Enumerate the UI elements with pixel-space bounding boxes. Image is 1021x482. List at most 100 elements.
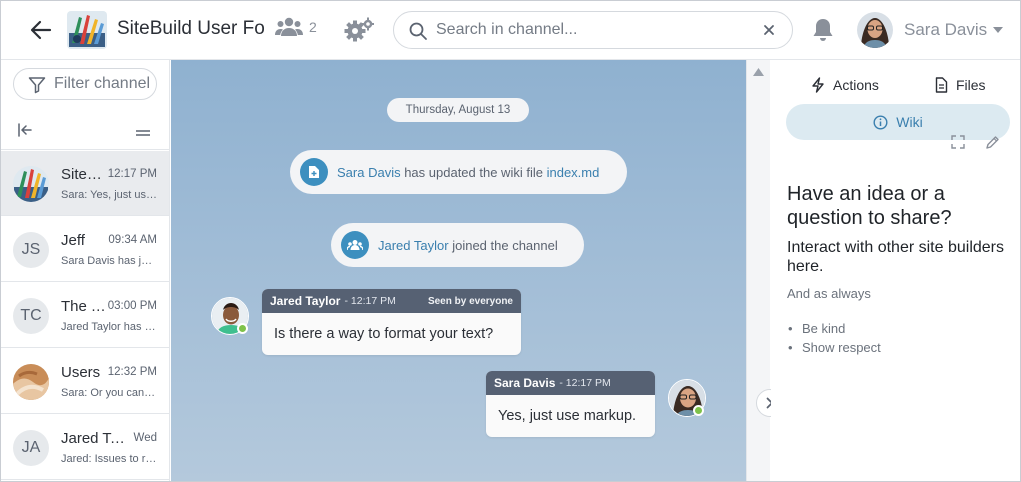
room-avatar [13, 364, 49, 400]
room-time: 12:32 PM [107, 366, 157, 378]
search-input[interactable] [436, 18, 754, 42]
room-avatar-initials: TC [13, 298, 49, 334]
message-author[interactable]: Sara Davis [494, 376, 555, 390]
wiki-heading: Have an idea or a question to share? [787, 183, 952, 229]
document-icon [935, 77, 948, 93]
seen-status: Seen by everyone [427, 295, 513, 307]
actor-link[interactable]: Jared Taylor [378, 238, 449, 253]
message-bubble-own: Sara Davis - 12:17 PM Yes, just use mark… [486, 371, 655, 437]
close-icon [764, 25, 774, 35]
user-menu[interactable]: Sara Davis [857, 12, 1004, 48]
room-preview: Jared: Issues to resolve [61, 453, 157, 465]
members-count: 2 [309, 19, 317, 35]
room-item-team[interactable]: TC The Team 03:00 PM Jared Taylor has jo… [1, 283, 169, 348]
sidebar-menu-button[interactable] [135, 125, 151, 143]
tab-label: Actions [833, 77, 879, 93]
message-text: Yes, just use markup. [498, 408, 637, 424]
tab-label: Wiki [896, 114, 923, 130]
room-avatar [13, 166, 49, 202]
chat-area: Thursday, August 13 Sara Davis has updat… [171, 60, 746, 481]
room-item-users[interactable]: Users 12:32 PM Sara: Or you can try [1, 349, 169, 414]
collapse-sidebar-button[interactable] [17, 122, 33, 143]
message-bubble: Jared Taylor - 12:17 PM Seen by everyone… [262, 289, 521, 355]
room-item-jeff[interactable]: JS Jeff 09:34 AM Sara Davis has joined [1, 217, 169, 282]
tab-actions[interactable]: Actions [811, 77, 879, 93]
date-divider: Thursday, August 13 [387, 98, 529, 122]
system-message-text: Sara Davis has updated the wiki file ind… [337, 165, 599, 180]
wiki-list: Be kind Show respect [787, 319, 881, 357]
edit-wiki-button[interactable] [985, 135, 1000, 155]
message-text: Is there a way to format your text? [274, 326, 494, 342]
menu-icon [136, 130, 150, 136]
search-clear-button[interactable] [760, 21, 778, 39]
channel-title: SiteBuild User Forum [117, 18, 265, 39]
message-header: Jared Taylor - 12:17 PM Seen by everyone [262, 289, 521, 313]
room-time: 09:34 AM [108, 234, 157, 246]
tab-label: Files [956, 77, 986, 93]
message-header: Sara Davis - 12:17 PM [486, 371, 655, 395]
wiki-paragraph: And as always [787, 286, 871, 301]
tab-files[interactable]: Files [935, 77, 986, 93]
room-preview: Sara Davis has joined [61, 255, 157, 267]
room-name: Users [61, 364, 101, 381]
gears-icon [344, 17, 374, 42]
app-window: SiteBuild User Forum 2 [0, 0, 1021, 482]
header: SiteBuild User Forum 2 [1, 1, 1020, 60]
system-action: has updated the wiki file [404, 164, 543, 180]
users-icon [275, 17, 303, 36]
fullscreen-button[interactable] [951, 135, 965, 154]
sidebar-toolbar [1, 112, 169, 150]
room-time: Wed [133, 432, 157, 444]
scroll-up-icon[interactable] [753, 68, 764, 76]
caret-down-icon [993, 27, 1004, 33]
settings-button[interactable] [343, 14, 375, 46]
room-item-sitebuild[interactable]: SiteBuild User Forum 12:17 PM Sara: Yes,… [1, 151, 169, 216]
people-icon [341, 231, 369, 259]
room-avatar-initials: JS [13, 232, 49, 268]
wiki-list-item: Be kind [787, 319, 881, 338]
chat-scrollbar[interactable] [746, 60, 770, 481]
online-status-icon [693, 405, 704, 416]
collapse-left-icon [18, 123, 32, 137]
message-time: - 12:17 PM [559, 377, 611, 389]
fullscreen-icon [951, 135, 965, 149]
room-preview: Sara: Or you can try [61, 387, 157, 399]
members-button[interactable]: 2 [275, 17, 317, 37]
message-author[interactable]: Jared Taylor [270, 294, 340, 308]
system-message-join: Jared Taylor joined the channel [331, 223, 584, 267]
system-message-wiki: Sara Davis has updated the wiki file ind… [290, 150, 627, 194]
message-time: - 12:17 PM [344, 295, 396, 307]
filter-input[interactable] [54, 75, 150, 93]
info-icon [873, 114, 888, 130]
room-item-jared[interactable]: JA Jared Taylor Wed Jared: Issues to res… [1, 415, 169, 480]
room-time: 03:00 PM [107, 300, 157, 312]
system-action: joined the channel [452, 237, 558, 253]
back-button[interactable] [25, 15, 57, 45]
user-name: Sara Davis [904, 20, 988, 39]
room-avatar-initials: JA [13, 430, 49, 466]
system-message-text: Jared Taylor joined the channel [378, 238, 558, 253]
room-name: The Team [61, 298, 107, 315]
room-name: Jeff [61, 232, 85, 249]
wiki-list-item: Show respect [787, 338, 881, 357]
notifications-button[interactable] [809, 15, 837, 45]
back-arrow-icon [30, 20, 52, 40]
room-preview: Jared Taylor has joined [61, 321, 157, 333]
bolt-icon [812, 77, 824, 93]
search-icon [409, 22, 427, 40]
online-status-icon [237, 323, 248, 334]
channel-logo [67, 11, 107, 49]
filter-box [13, 68, 157, 100]
channel-sidebar: SiteBuild User Forum 12:17 PM Sara: Yes,… [1, 60, 170, 481]
user-avatar [857, 12, 893, 48]
room-preview: Sara: Yes, just use markup. [61, 189, 157, 201]
tab-wiki[interactable]: Wiki [786, 104, 1010, 140]
actor-link[interactable]: Sara Davis [337, 165, 401, 180]
wiki-subheading: Interact with other site builders here. [787, 239, 1004, 275]
wiki-file-link[interactable]: index.md [547, 165, 600, 180]
right-panel: Actions Files Wiki Have an idea or a que… [771, 60, 1020, 481]
filter-icon [28, 77, 46, 94]
room-time: 12:17 PM [107, 168, 157, 180]
room-name: Jared Taylor [61, 430, 125, 447]
pencil-icon [986, 136, 999, 149]
